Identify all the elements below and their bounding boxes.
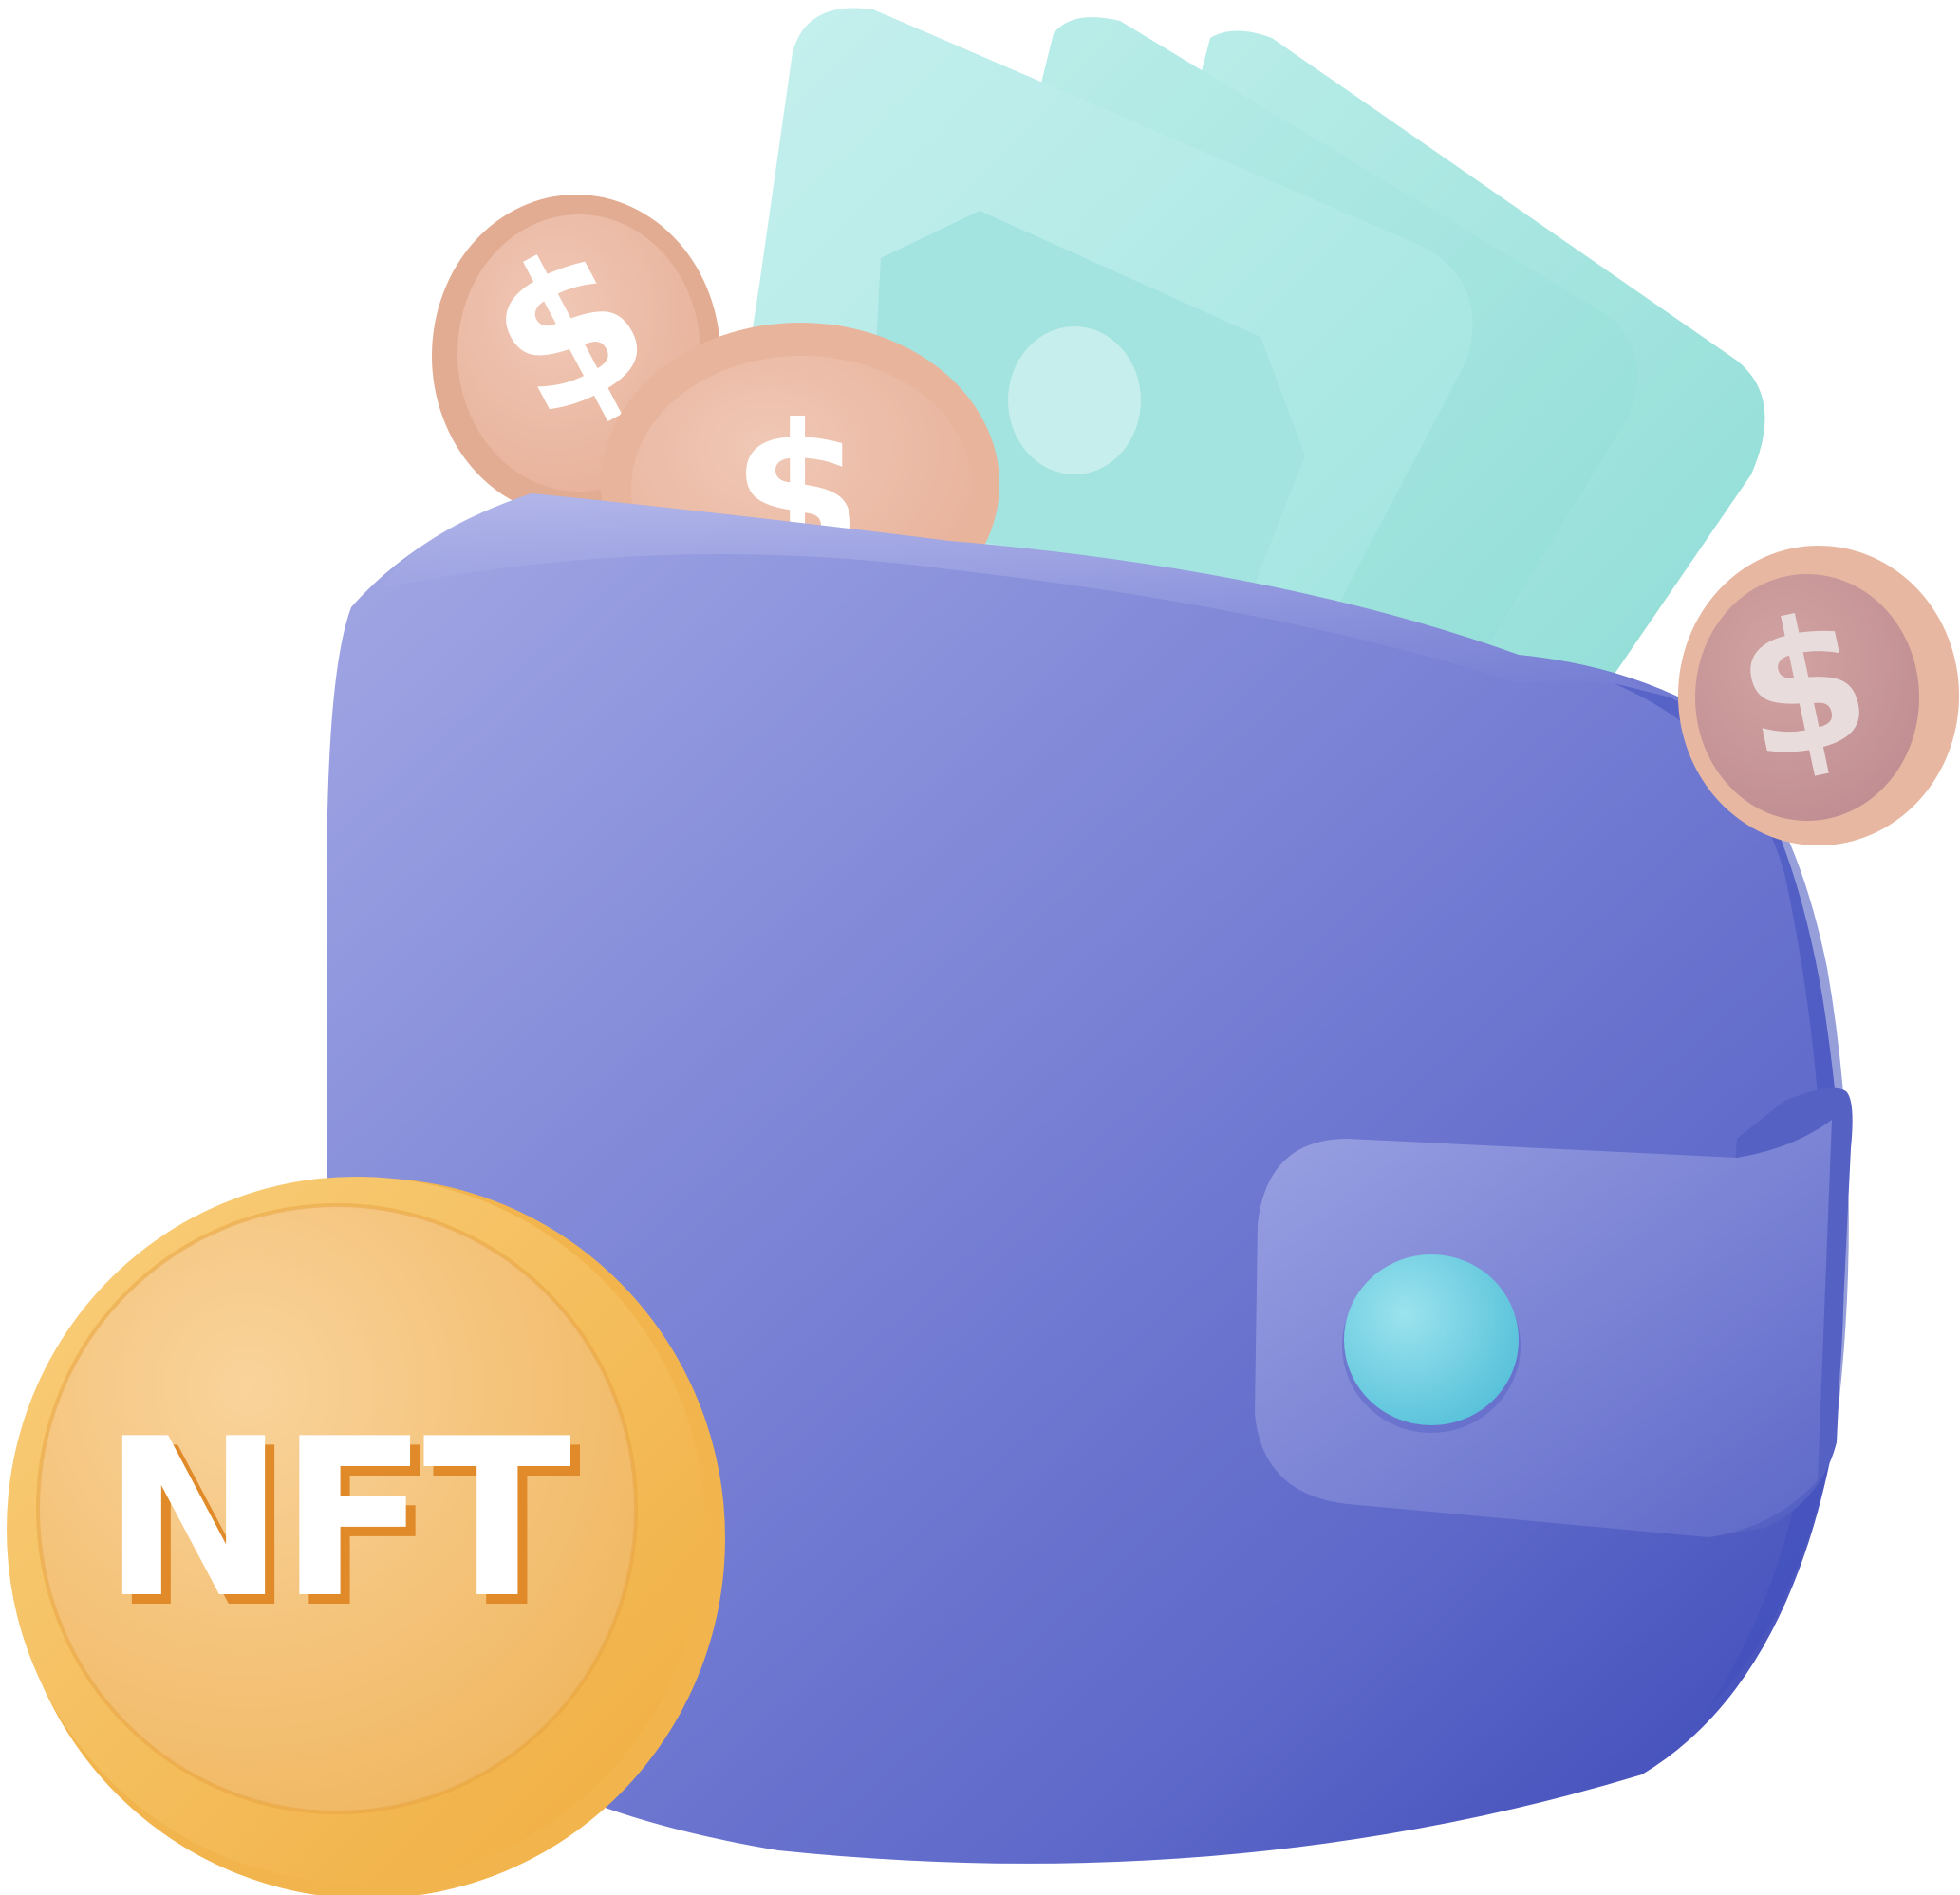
nft-wallet-illustration: $ $ $ NFT NFT [7,8,1959,1895]
banknote-center-circle [1008,326,1141,474]
wallet-clasp [1255,1087,1853,1537]
nft-label: NFT [103,1393,571,1646]
dollar-coin-right: $ [1678,546,1959,845]
snap-button-icon [1344,1254,1519,1425]
wallet-strap [1255,1120,1832,1537]
nft-coin: NFT NFT [7,1177,725,1895]
